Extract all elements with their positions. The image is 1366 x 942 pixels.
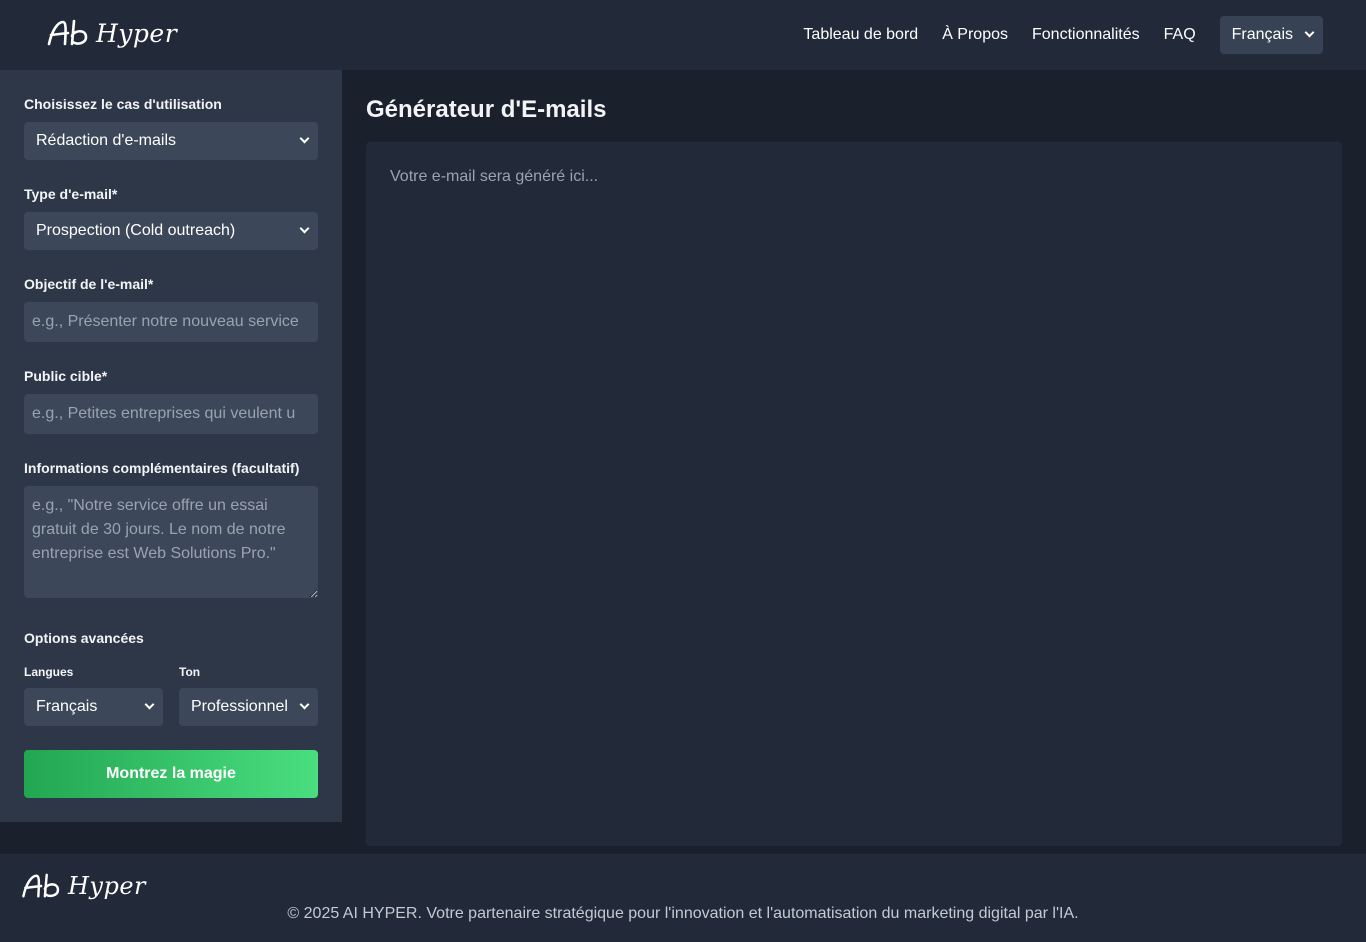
tone-select[interactable]: Professionnel bbox=[179, 688, 318, 726]
chevron-down-icon bbox=[1304, 27, 1315, 38]
footer-logo[interactable]: Hyper bbox=[20, 872, 146, 900]
email-type-select[interactable]: Prospection (Cold outreach) bbox=[24, 212, 318, 250]
chevron-down-icon bbox=[299, 223, 310, 234]
chevron-down-icon bbox=[144, 699, 155, 710]
tone-select-value: Professionnel bbox=[191, 698, 288, 715]
audience-label: Public cible* bbox=[24, 368, 108, 384]
nav-features[interactable]: Fonctionnalités bbox=[1032, 16, 1140, 54]
use-case-select-value: Rédaction d'e-mails bbox=[36, 132, 177, 149]
ai-logo-icon bbox=[47, 19, 88, 46]
settings-sidebar: Choisissez le cas d'utilisation Rédactio… bbox=[0, 70, 342, 822]
tone-label: Ton bbox=[179, 665, 201, 679]
brand-logo-text: Hyper bbox=[96, 18, 178, 48]
email-output-placeholder: Votre e-mail sera généré ici... bbox=[390, 168, 599, 185]
use-case-select[interactable]: Rédaction d'e-mails bbox=[24, 122, 318, 160]
nav-about[interactable]: À Propos bbox=[942, 16, 1008, 54]
nav-faq[interactable]: FAQ bbox=[1164, 16, 1196, 54]
chevron-down-icon bbox=[299, 133, 310, 144]
extra-info-label: Informations complémentaires (facultatif… bbox=[24, 460, 300, 476]
objective-label: Objectif de l'e-mail* bbox=[24, 276, 154, 292]
languages-select[interactable]: Français bbox=[24, 688, 163, 726]
nav-dashboard[interactable]: Tableau de bord bbox=[803, 16, 918, 54]
generate-button[interactable]: Montrez la magie bbox=[24, 750, 318, 798]
language-select-value: Français bbox=[1231, 26, 1293, 43]
audience-input[interactable] bbox=[24, 394, 318, 434]
objective-input[interactable] bbox=[24, 302, 318, 342]
page-title: Générateur d'E-mails bbox=[366, 96, 607, 123]
languages-label: Langues bbox=[24, 665, 74, 679]
email-type-label: Type d'e-mail* bbox=[24, 186, 118, 202]
page-footer: Hyper © 2025 AI HYPER. Votre partenaire … bbox=[0, 854, 1366, 942]
use-case-label: Choisissez le cas d'utilisation bbox=[24, 96, 222, 112]
main-nav: Tableau de bord À Propos Fonctionnalités… bbox=[779, 16, 1323, 54]
brand-logo[interactable]: Hyper bbox=[46, 18, 177, 48]
chevron-down-icon bbox=[299, 699, 310, 710]
footer-logo-text: Hyper bbox=[68, 872, 147, 900]
ai-logo-icon bbox=[22, 873, 60, 898]
languages-select-value: Français bbox=[36, 698, 98, 715]
email-output-panel[interactable]: Votre e-mail sera généré ici... bbox=[366, 142, 1342, 846]
email-type-select-value: Prospection (Cold outreach) bbox=[36, 222, 236, 239]
top-header: Hyper Tableau de bord À Propos Fonctionn… bbox=[0, 0, 1366, 70]
copyright-text: © 2025 AI HYPER. Votre partenaire straté… bbox=[287, 905, 1079, 922]
advanced-options-label: Options avancées bbox=[24, 630, 144, 646]
language-select[interactable]: Français bbox=[1219, 16, 1323, 54]
extra-info-textarea[interactable] bbox=[24, 486, 318, 598]
